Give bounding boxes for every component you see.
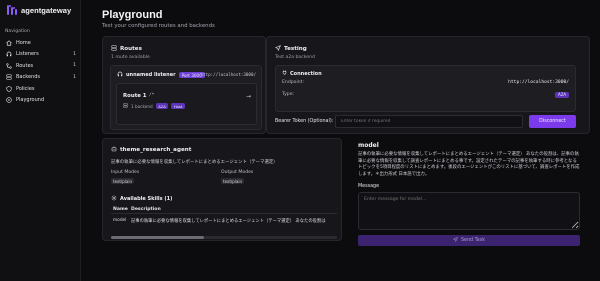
backend-count: 1 backend	[131, 103, 153, 109]
sidebar-item-policies[interactable]: Policies	[4, 83, 78, 95]
routes-card: Routes 1 route available unnamed listene…	[102, 36, 266, 134]
routes-card-title: Routes	[111, 45, 142, 53]
plug-icon	[282, 70, 287, 77]
sidebar-item-label: Backends	[16, 74, 40, 81]
skills-table-header: Name Description	[111, 205, 337, 214]
agent-description: 記事の執筆に必要な情報を収集してレポートにまとめるエージェント（テーマ選定）	[111, 160, 278, 165]
table-row[interactable]: model 記事の執筆に必要な情報を収集してレポートにまとめるエージェント（テー…	[111, 214, 337, 227]
sidebar-item-count: 1	[73, 74, 76, 80]
headphones-icon	[117, 71, 123, 79]
scrollbar-thumb[interactable]	[111, 236, 204, 239]
skills-title-text: Available Skills (1)	[120, 196, 173, 202]
shield-icon	[6, 85, 12, 92]
route-tag-a2a: A2A	[155, 103, 169, 109]
testing-subtitle: Test a2a backend	[275, 55, 315, 60]
routes-title-text: Routes	[120, 46, 142, 52]
sidebar-item-routes[interactable]: Routes 1	[4, 60, 78, 72]
agent-card-title: theme_research_agent	[111, 146, 191, 154]
sidebar-item-label: Home	[16, 39, 31, 46]
disconnect-button[interactable]: Disconnect	[529, 115, 576, 128]
model-title: model	[358, 142, 379, 149]
gear-icon	[111, 195, 117, 203]
sidebar-item-backends[interactable]: Backends 1	[4, 72, 78, 84]
sidebar-item-label: Playground	[16, 97, 45, 104]
nav-list: Home Listeners 1 Routes 1 Backends 1 Pol…	[4, 37, 78, 106]
sidebar-item-label: Listeners	[16, 51, 39, 58]
sidebar-item-label: Policies	[16, 85, 35, 92]
page-subtitle: Test your configured routes and backends	[102, 23, 215, 29]
endpoint-label: Endpoint:	[282, 80, 304, 85]
server-icon	[111, 45, 117, 53]
connection-title-text: Connection	[290, 70, 322, 77]
connection-title: Connection	[282, 70, 322, 77]
sidebar-item-listeners[interactable]: Listeners 1	[4, 49, 78, 61]
connection-box: Connection Endpoint: http://localhost:30…	[275, 65, 576, 112]
listener-header: unnamed listener Port 3000	[117, 71, 205, 79]
sidebar-item-count: 1	[73, 63, 76, 69]
bot-icon	[111, 146, 117, 154]
input-modes-label: Input Modes	[111, 170, 140, 175]
server-icon	[123, 103, 128, 109]
routes-subtitle: 1 route available	[111, 55, 150, 60]
skill-description: 記事の執筆に必要な情報を収集してレポートにまとめるエージェント（テーマ選定） あ…	[131, 218, 326, 224]
sidebar: agentgateway Navigation Home Listeners 1…	[0, 0, 81, 281]
type-row: Type: A2A	[282, 92, 569, 98]
testing-card-title: Testing	[275, 45, 307, 53]
play-icon	[6, 97, 12, 103]
agent-modes: Input Modes text/plain Output Modes text…	[111, 170, 331, 185]
testing-card: Testing Test a2a backend Connection Endp…	[266, 36, 590, 134]
agent-card: theme_research_agent 記事の執筆に必要な情報を収集してレポー…	[102, 138, 342, 241]
page-title: Playground	[102, 9, 163, 21]
skill-name: model	[113, 218, 127, 223]
message-input[interactable]	[358, 192, 580, 230]
arrow-right-icon[interactable]: →	[246, 93, 251, 100]
type-label: Type:	[282, 92, 295, 97]
listener-name: unnamed listener	[126, 72, 176, 78]
bearer-token-label: Bearer Token (Optional):	[275, 119, 334, 124]
sidebar-item-count: 1	[73, 51, 76, 57]
send-icon	[275, 45, 281, 53]
skills-table: Name Description model 記事の執筆に必要な情報を収集してレ…	[111, 205, 337, 235]
send-icon	[453, 237, 458, 244]
listener-box: unnamed listener Port 3000 http://localh…	[110, 65, 262, 130]
headphones-icon	[6, 51, 12, 57]
route-tag-host: Host	[171, 103, 185, 109]
listener-url: http://localhost:3000/	[200, 72, 256, 77]
output-modes-label: Output Modes	[221, 170, 254, 175]
server-icon	[6, 74, 12, 80]
column-header-description: Description	[131, 206, 161, 212]
brand[interactable]: agentgateway	[7, 5, 71, 15]
send-task-button[interactable]: Send Task	[358, 235, 580, 246]
route-meta: 1 backend A2A Host	[123, 103, 185, 109]
route-name: Route 1	[123, 93, 147, 99]
agent-name: theme_research_agent	[120, 147, 192, 153]
sidebar-item-playground[interactable]: Playground	[4, 95, 78, 107]
route-icon	[6, 63, 12, 69]
route-item[interactable]: Route 1 /* 1 backend A2A Host →	[116, 83, 257, 125]
nav-heading: Navigation	[5, 29, 30, 34]
horizontal-scrollbar[interactable]	[111, 236, 337, 239]
skills-title: Available Skills (1)	[111, 195, 172, 203]
route-path: /*	[149, 93, 155, 98]
testing-title-text: Testing	[284, 46, 307, 52]
bearer-token-input[interactable]	[335, 115, 523, 128]
sidebar-item-home[interactable]: Home	[4, 37, 78, 49]
column-header-name: Name	[113, 206, 128, 212]
endpoint-row: Endpoint: http://localhost:3000/	[282, 80, 569, 85]
model-description: 記事の執筆に必要な情報を収集してレポートにまとめるエージェント（テーマ選定） あ…	[358, 152, 580, 177]
agentgateway-logo-icon	[7, 5, 17, 15]
send-task-label: Send Task	[461, 238, 485, 243]
type-badge: A2A	[554, 92, 569, 98]
output-modes-value: text/plain	[221, 178, 244, 184]
input-modes-value: text/plain	[111, 178, 134, 184]
endpoint-value: http://localhost:3000/	[508, 80, 569, 85]
input-modes: Input Modes text/plain	[111, 170, 221, 185]
output-modes: Output Modes text/plain	[221, 170, 331, 185]
brand-name: agentgateway	[21, 5, 72, 15]
message-label: Message	[358, 184, 380, 189]
sidebar-item-label: Routes	[16, 62, 34, 69]
home-icon	[6, 40, 12, 46]
